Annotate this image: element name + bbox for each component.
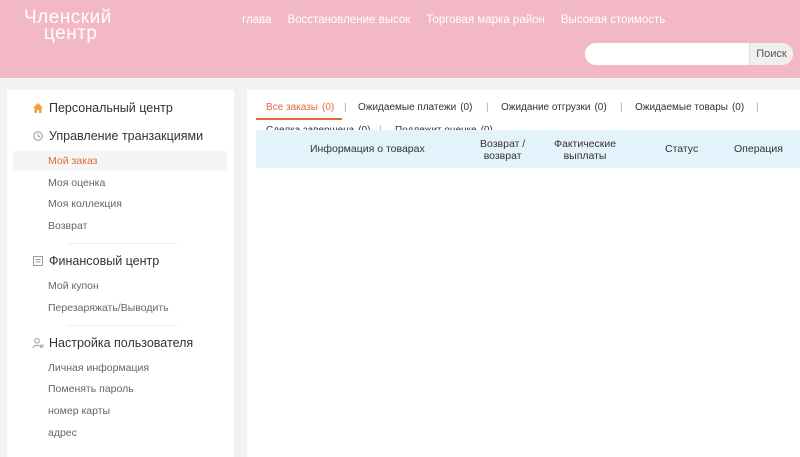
- tab-separator: |: [344, 102, 347, 113]
- wallet-icon: [32, 255, 44, 267]
- user-icon: [32, 337, 44, 349]
- column-header-status: Статус: [665, 143, 699, 155]
- tab-count: (0): [731, 102, 745, 113]
- nav-item-home[interactable]: глава: [242, 14, 271, 26]
- search-input[interactable]: [585, 43, 749, 65]
- sidebar-item-change-password[interactable]: Поменять пароль: [48, 383, 134, 395]
- sidebar-item-card-number[interactable]: номер карты: [48, 405, 110, 417]
- nav-item-brand-area[interactable]: Торговая марка район: [426, 14, 545, 26]
- column-header-product-info: Информация о товарах: [310, 143, 425, 155]
- refresh-icon: [32, 130, 44, 142]
- tab-pending-payment[interactable]: Ожидаемые платежи (0): [358, 102, 472, 113]
- sidebar-item-my-reviews[interactable]: Моя оценка: [48, 177, 105, 189]
- site-logo[interactable]: Членский центр: [24, 8, 112, 44]
- sidebar-section-user-settings[interactable]: Настройка пользователя: [32, 336, 193, 350]
- tab-separator: |: [486, 102, 489, 113]
- tab-count: (0): [594, 102, 607, 113]
- tab-count: (0): [321, 102, 335, 113]
- tab-label: Все заказы: [266, 102, 318, 113]
- tab-separator: |: [756, 102, 759, 113]
- column-header-return: Возврат / возврат: [480, 138, 526, 162]
- top-header: Членский центр глава Восстановление высо…: [0, 0, 800, 78]
- sidebar-item-my-orders[interactable]: Мой заказ: [13, 151, 227, 171]
- home-icon: [32, 102, 44, 114]
- sidebar-item-personal-center[interactable]: Персональный центр: [32, 101, 173, 115]
- sidebar-item-returns[interactable]: Возврат: [48, 220, 87, 232]
- top-nav: глава Восстановление высок Торговая марк…: [242, 14, 681, 26]
- sidebar-divider: [67, 325, 177, 326]
- search-bar: Поиск: [585, 43, 793, 65]
- sidebar-item-address[interactable]: адрес: [48, 427, 77, 439]
- tab-awaiting-shipment[interactable]: Ожидание отгрузки (0): [501, 102, 607, 113]
- nav-item-high-value[interactable]: Высокая стоимость: [561, 14, 665, 26]
- column-header-actual-payment: Фактические выплаты: [554, 138, 617, 162]
- tab-all-orders[interactable]: Все заказы (0): [266, 102, 334, 113]
- sidebar: Персональный центр Управление транзакция…: [7, 90, 234, 457]
- sidebar-section-finance[interactable]: Финансовый центр: [32, 254, 159, 268]
- column-header-operation: Операция: [734, 143, 783, 155]
- sidebar-section-label: Управление транзакциями: [49, 129, 204, 143]
- sidebar-item-personal-info[interactable]: Личная информация: [48, 362, 149, 374]
- tab-label: Ожидаемые платежи: [358, 102, 457, 113]
- tab-label: Ожидание отгрузки: [501, 102, 591, 113]
- tab-awaiting-goods[interactable]: Ожидаемые товары (0): [635, 102, 744, 113]
- nav-item-restoration[interactable]: Восстановление высок: [287, 14, 410, 26]
- sidebar-section-label: Настройка пользователя: [49, 336, 194, 350]
- orders-panel: Все заказы (0) | Ожидаемые платежи (0) | О…: [247, 90, 800, 457]
- sidebar-item-recharge-withdraw[interactable]: Перезаряжать/Выводить: [48, 302, 169, 314]
- sidebar-section-transactions[interactable]: Управление транзакциями: [32, 129, 203, 143]
- sidebar-item-my-coupons[interactable]: Мой купон: [48, 280, 99, 292]
- logo-line-2: центр: [44, 23, 98, 44]
- sidebar-section-label: Персональный центр: [49, 101, 173, 115]
- orders-table-header: Информация о товарах Возврат / возврат Ф…: [256, 130, 800, 168]
- sidebar-section-label: Финансовый центр: [49, 254, 160, 268]
- sidebar-divider: [67, 243, 177, 244]
- sidebar-item-my-collection[interactable]: Моя коллекция: [48, 198, 122, 210]
- active-tab-indicator: [256, 118, 342, 120]
- search-button[interactable]: Поиск: [749, 43, 793, 65]
- tab-count: (0): [460, 102, 473, 113]
- tab-separator: |: [620, 102, 623, 113]
- tab-label: Ожидаемые товары: [635, 102, 728, 113]
